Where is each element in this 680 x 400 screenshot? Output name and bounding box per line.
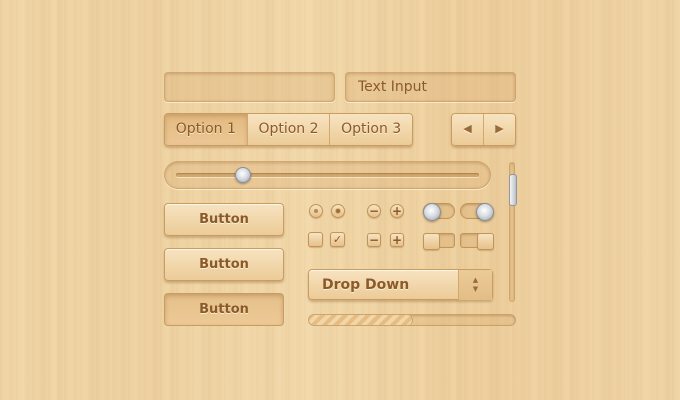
minus-icon: −	[368, 204, 380, 218]
plus-button-round[interactable]: +	[390, 204, 404, 218]
radio-dot-selected	[336, 209, 340, 213]
radio-2[interactable]	[331, 204, 345, 218]
radio-dot	[314, 209, 318, 213]
radio-1[interactable]	[309, 204, 323, 218]
progress-fill	[309, 315, 413, 325]
button-3[interactable]: Button	[164, 293, 284, 326]
dropdown-select[interactable]: Drop Down ▲ ▼	[308, 269, 493, 300]
progress-bar	[308, 314, 516, 326]
right-triangle-icon: ▶	[495, 122, 504, 135]
plus-icon: +	[391, 204, 403, 218]
slider-thumb[interactable]	[234, 167, 251, 183]
segment-option-2[interactable]: Option 2	[246, 114, 330, 145]
square-toggle-knob	[477, 233, 494, 250]
dropdown-label: Drop Down	[322, 277, 410, 293]
segment-option-3[interactable]: Option 3	[329, 114, 412, 145]
square-toggle-on[interactable]	[460, 233, 494, 250]
slider-container	[164, 161, 491, 189]
segment-option-1[interactable]: Option 1	[165, 114, 247, 145]
empty-text-field[interactable]	[164, 72, 335, 102]
toggle-switch-off[interactable]	[423, 203, 455, 221]
up-down-arrows-icon: ▲ ▼	[458, 270, 492, 300]
square-toggle-off[interactable]	[423, 233, 455, 250]
segmented-control: Option 1 Option 2 Option 3	[164, 113, 413, 146]
text-input-field[interactable]	[345, 72, 516, 102]
checkbox-1[interactable]	[308, 232, 323, 247]
button-2[interactable]: Button	[164, 248, 284, 281]
next-button[interactable]: ▶	[483, 114, 515, 145]
plus-button-square[interactable]: +	[390, 233, 404, 247]
pager-control: ◀ ▶	[451, 113, 516, 146]
slider-track[interactable]	[176, 173, 479, 177]
minus-icon: −	[368, 233, 380, 247]
minus-button-round[interactable]: −	[367, 204, 381, 218]
toggle-knob	[476, 203, 494, 221]
vertical-scrollbar[interactable]	[509, 162, 517, 302]
button-1[interactable]: Button	[164, 203, 284, 236]
checkbox-2[interactable]: ✓	[330, 232, 345, 247]
minus-button-square[interactable]: −	[367, 233, 381, 247]
scrollbar-thumb[interactable]	[509, 174, 517, 206]
square-toggle-knob	[423, 233, 440, 250]
plus-icon: +	[391, 233, 403, 247]
toggle-knob	[423, 203, 441, 221]
checkmark-icon: ✓	[332, 233, 343, 246]
prev-button[interactable]: ◀	[452, 114, 483, 145]
left-triangle-icon: ◀	[463, 122, 472, 135]
toggle-switch-on[interactable]	[460, 203, 494, 221]
